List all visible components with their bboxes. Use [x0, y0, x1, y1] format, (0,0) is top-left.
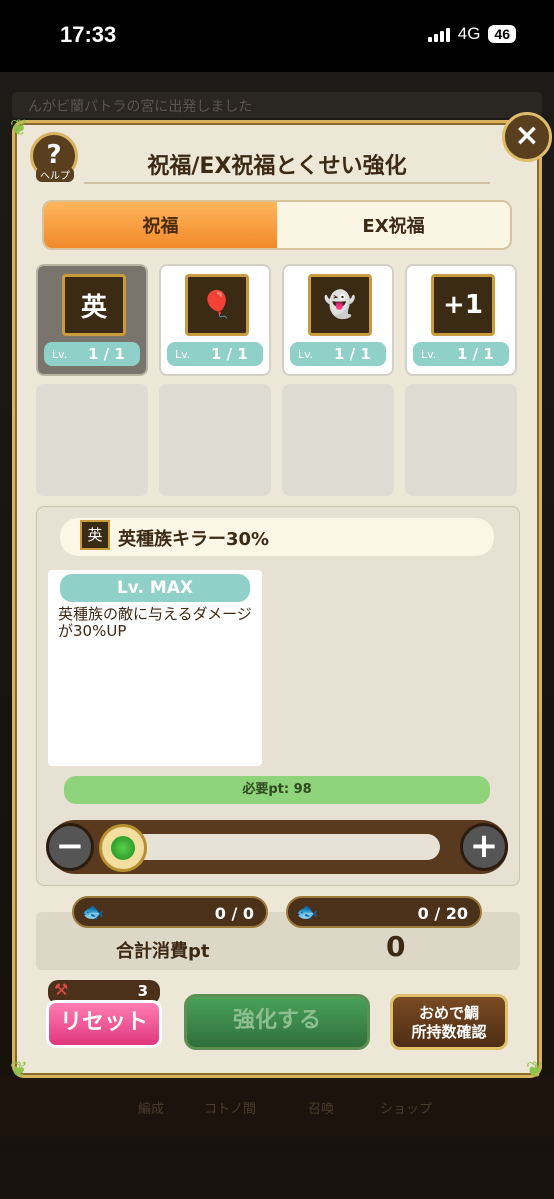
empty-skill-slot — [159, 384, 271, 496]
skill-level-label: Lv. — [298, 348, 314, 361]
title-divider — [84, 182, 490, 184]
red-fish-value: 0 / 0 — [214, 904, 254, 923]
skill-level-badge: Lv. 1 / 1 — [167, 342, 263, 366]
skill-level-badge: Lv. 1 / 1 — [290, 342, 386, 366]
enhance-button[interactable]: 強化する — [184, 994, 370, 1050]
balloon-icon: 🎈 — [185, 274, 249, 336]
skill-description: 英種族の敵に与えるダメージが30%UP — [58, 605, 252, 640]
empty-skill-slot — [36, 384, 148, 496]
fish-inventory-label-1: おめで鯛 — [418, 1004, 479, 1022]
skill-level-value: 1 / 1 — [211, 345, 248, 363]
leaf-corner-icon: ❦ — [9, 1058, 29, 1083]
total-cost-value: 0 — [386, 930, 406, 963]
skill-level-label: Lv. — [52, 348, 68, 361]
background-nav-item: コトノ間 — [204, 1102, 257, 1117]
leaf-corner-icon: ❦ — [9, 116, 29, 141]
skill-level-label: Lv. — [175, 348, 191, 361]
skill-level-badge: Lv. 1 / 1 — [413, 342, 509, 366]
empty-skill-slot — [405, 384, 517, 496]
skill-level-badge: Lv. 1 / 1 — [44, 342, 140, 366]
gold-fish-cost: 🐟 0 / 20 — [286, 896, 482, 928]
hammer-icon: ⚒ — [54, 980, 69, 999]
dialog-title: 祝福/EX祝福とくせい強化 — [147, 154, 407, 179]
plus-button[interactable]: + — [460, 823, 508, 871]
fish-inventory-label-2: 所持数確認 — [411, 1023, 487, 1041]
minus-button[interactable]: − — [46, 823, 94, 871]
skill-name: 英種族キラー30% — [118, 529, 270, 550]
background-nav: 編成 コトノ間 召喚 ショップ — [0, 1076, 554, 1136]
background-nav-item: 召喚 — [308, 1102, 335, 1117]
skill-card-ghost-shield[interactable]: 👻 Lv. 1 / 1 — [282, 264, 394, 376]
network-label: 4G — [457, 24, 481, 43]
total-cost-label: 合計消費pt — [116, 941, 210, 962]
red-fish-cost: 🐟 0 / 0 — [72, 896, 268, 928]
tab-ex-blessing[interactable]: EX祝福 — [277, 202, 510, 248]
fish-inventory-button[interactable]: おめで鯛 所持数確認 — [390, 994, 508, 1050]
battery-icon: 46 — [488, 25, 516, 43]
skill-level-value: 1 / 1 — [334, 345, 371, 363]
status-time: 17:33 — [60, 22, 117, 47]
empty-skill-slot — [282, 384, 394, 496]
hero-killer-check-icon: 英 — [62, 274, 126, 336]
required-pt-bar: 必要pt: 98 — [64, 776, 490, 804]
skill-card-balloon[interactable]: 🎈 Lv. 1 / 1 — [159, 264, 271, 376]
skill-level-value: 1 / 1 — [88, 345, 125, 363]
tab-bar: 祝福 EX祝福 — [42, 200, 512, 250]
signal-icon — [427, 26, 450, 42]
leaf-corner-icon: ❦ — [525, 1058, 545, 1083]
skill-card-combo[interactable]: +1 Lv. 1 / 1 — [405, 264, 517, 376]
tab-blessing[interactable]: 祝福 — [44, 202, 277, 248]
skill-card-hero-killer[interactable]: 英 Lv. 1 / 1 — [36, 264, 148, 376]
slider-track[interactable] — [100, 834, 440, 860]
background-nav-item: ショップ — [380, 1102, 433, 1117]
status-bar: 17:33 4G 46 — [0, 0, 554, 72]
skill-level-value: 1 / 1 — [457, 345, 494, 363]
gold-fish-value: 0 / 20 — [417, 904, 468, 923]
gold-fish-icon: 🐟 — [296, 902, 319, 923]
combo-plus-icon: +1 — [431, 274, 495, 336]
reset-count-value: 3 — [137, 982, 148, 1000]
background-notice: んがビ蘭パトラの宮に出発しました — [12, 92, 542, 118]
slider-thumb[interactable] — [99, 824, 147, 872]
status-indicators: 4G 46 — [427, 24, 516, 44]
hero-killer-icon: 英 — [80, 520, 110, 550]
level-max-badge: Lv. MAX — [60, 574, 250, 602]
background-nav-item: 編成 — [138, 1102, 165, 1117]
skill-level-label: Lv. — [421, 348, 437, 361]
reset-button[interactable]: リセット — [46, 1000, 162, 1048]
ghost-shield-icon: 👻 — [308, 274, 372, 336]
close-button[interactable]: × — [502, 112, 552, 162]
red-fish-icon: 🐟 — [82, 902, 105, 923]
